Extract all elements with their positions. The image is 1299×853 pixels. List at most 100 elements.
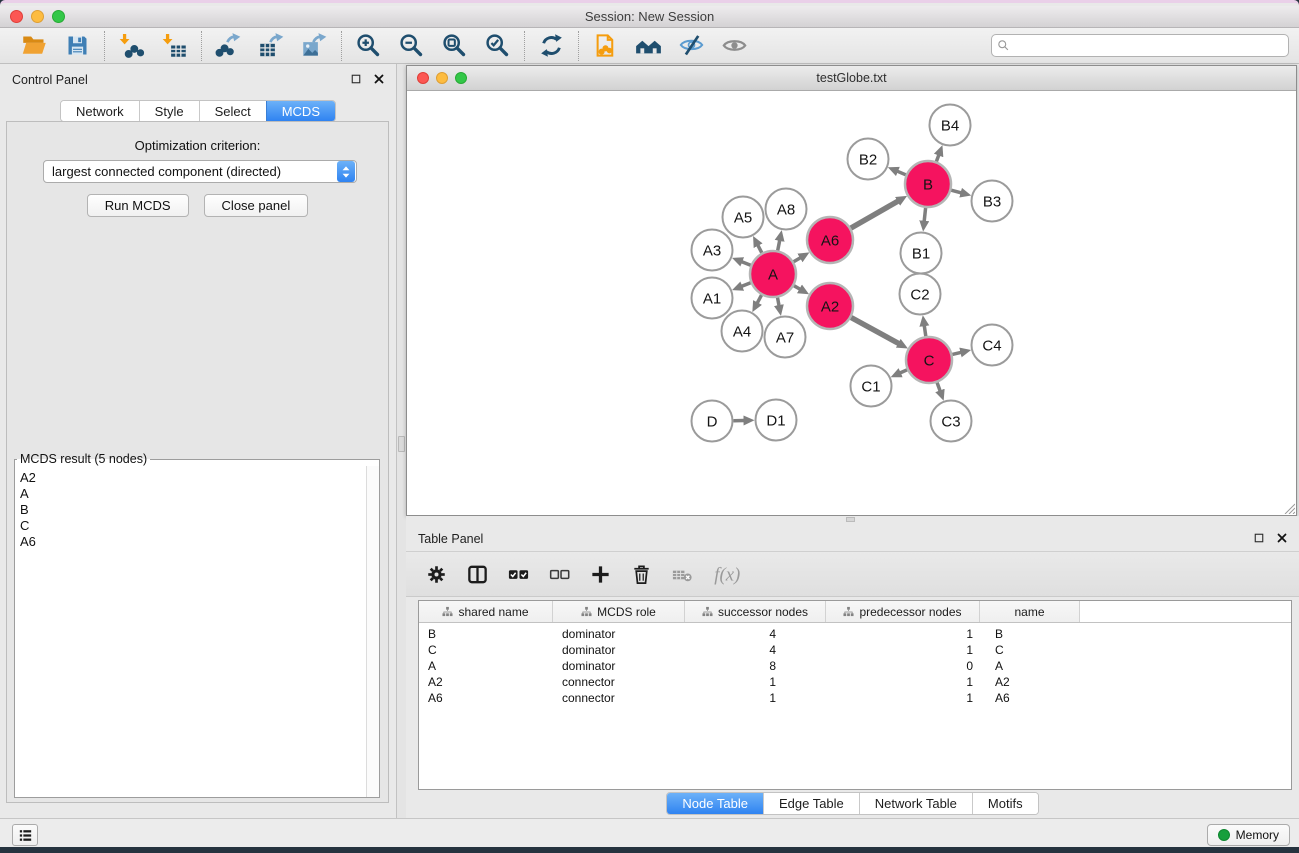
tab-network-table[interactable]: Network Table [859, 793, 972, 814]
close-panel-icon[interactable] [1276, 532, 1289, 545]
tab-mcds[interactable]: MCDS [266, 101, 335, 121]
node-A[interactable]: A [750, 251, 796, 297]
node-D1[interactable]: D1 [756, 400, 797, 441]
node-A3[interactable]: A3 [692, 230, 733, 271]
float-panel-icon[interactable] [1253, 532, 1266, 545]
result-list-item[interactable]: B [20, 502, 366, 518]
column-header-mcds-role[interactable]: MCDS role [553, 601, 685, 622]
export-network-icon[interactable] [215, 32, 242, 59]
edge-C-C4[interactable] [952, 352, 961, 354]
table-cell[interactable]: 1 [826, 691, 980, 705]
table-cell[interactable]: connector [553, 675, 685, 689]
memory-button[interactable]: Memory [1207, 824, 1290, 846]
table-row[interactable]: Adominator80A [419, 658, 1291, 674]
table-cell[interactable]: A [419, 659, 553, 673]
table-cell[interactable]: A6 [419, 691, 553, 705]
edge-B-B3[interactable] [951, 190, 961, 193]
table-cell[interactable]: 0 [826, 659, 980, 673]
node-B3[interactable]: B3 [972, 181, 1013, 222]
import-table-icon[interactable] [161, 32, 188, 59]
gear-icon[interactable] [424, 562, 448, 586]
table-cell[interactable]: 1 [685, 675, 826, 689]
zoom-in-icon[interactable] [355, 32, 382, 59]
clone-network-icon[interactable] [592, 32, 619, 59]
zoom-selected-icon[interactable] [484, 32, 511, 59]
close-panel-icon[interactable] [373, 73, 386, 86]
split-columns-icon[interactable] [465, 562, 489, 586]
optimization-select[interactable]: largest connected component (directed) [43, 160, 357, 183]
table-cell[interactable]: 4 [685, 627, 826, 641]
table-cell[interactable]: 1 [826, 627, 980, 641]
result-list-item[interactable]: A2 [20, 470, 366, 486]
node-C4[interactable]: C4 [972, 325, 1013, 366]
table-cell[interactable]: B [980, 627, 1080, 641]
table-row[interactable]: A6connector11A6 [419, 690, 1291, 706]
edge-A-A6[interactable] [794, 258, 801, 262]
result-scrollbar[interactable] [366, 466, 379, 797]
column-header-successor-nodes[interactable]: successor nodes [685, 601, 826, 622]
table-row[interactable]: Cdominator41C [419, 642, 1291, 658]
save-session-icon[interactable] [64, 32, 91, 59]
add-column-icon[interactable] [588, 562, 612, 586]
search-input[interactable] [991, 34, 1289, 57]
node-B2[interactable]: B2 [848, 139, 889, 180]
network-canvas[interactable]: B4B2BB3A8A5A6A3B1AC2A1A2A4A7C4CC1C3DD1 [407, 91, 1296, 515]
window-resize-grip[interactable] [1283, 502, 1295, 514]
vertical-split-divider[interactable] [397, 64, 406, 818]
table-row[interactable]: A2connector11A2 [419, 674, 1291, 690]
node-B1[interactable]: B1 [901, 233, 942, 274]
edge-A-A7[interactable] [778, 298, 780, 306]
result-list-item[interactable]: A6 [20, 534, 366, 550]
table-cell[interactable]: A2 [419, 675, 553, 689]
node-C2[interactable]: C2 [900, 274, 941, 315]
edge-B-B1[interactable] [924, 208, 925, 221]
table-cell[interactable]: C [980, 643, 1080, 657]
refresh-icon[interactable] [538, 32, 565, 59]
node-D[interactable]: D [692, 401, 733, 442]
task-history-button[interactable] [12, 824, 38, 846]
table-cell[interactable]: dominator [553, 643, 685, 657]
open-file-icon[interactable] [21, 32, 48, 59]
edge-C-C2[interactable] [924, 326, 926, 337]
node-A8[interactable]: A8 [766, 189, 807, 230]
node-C3[interactable]: C3 [931, 401, 972, 442]
node-A7[interactable]: A7 [765, 317, 806, 358]
deselect-all-icon[interactable] [547, 562, 571, 586]
table-cell[interactable]: 1 [826, 643, 980, 657]
table-cell[interactable]: dominator [553, 627, 685, 641]
zoom-out-icon[interactable] [398, 32, 425, 59]
column-header-shared-name[interactable]: shared name [419, 601, 553, 622]
table-cell[interactable]: C [419, 643, 553, 657]
edge-C-C1[interactable] [900, 370, 907, 373]
table-cell[interactable]: 1 [826, 675, 980, 689]
tab-motifs[interactable]: Motifs [972, 793, 1038, 814]
column-header-predecessor-nodes[interactable]: predecessor nodes [826, 601, 980, 622]
edge-A-A8[interactable] [778, 240, 780, 250]
edge-A-A2[interactable] [794, 286, 800, 289]
table-cell[interactable]: 8 [685, 659, 826, 673]
select-all-icon[interactable] [506, 562, 530, 586]
table-cell[interactable]: 1 [685, 691, 826, 705]
edge-A-A4[interactable] [757, 295, 761, 303]
table-cell[interactable]: dominator [553, 659, 685, 673]
result-list-item[interactable]: C [20, 518, 366, 534]
table-cell[interactable]: 4 [685, 643, 826, 657]
edge-B-B2[interactable] [898, 171, 906, 175]
table-cell[interactable]: A2 [980, 675, 1080, 689]
node-C1[interactable]: C1 [851, 366, 892, 407]
result-list-item[interactable]: A [20, 486, 366, 502]
edge-A-A3[interactable] [742, 262, 751, 266]
tab-node-table[interactable]: Node Table [667, 793, 763, 814]
tab-style[interactable]: Style [139, 101, 199, 121]
table-cell[interactable]: A6 [980, 691, 1080, 705]
float-panel-icon[interactable] [350, 73, 363, 86]
node-A2[interactable]: A2 [807, 283, 853, 329]
edge-A-A5[interactable] [758, 245, 762, 253]
divider-grip[interactable] [398, 436, 405, 452]
node-B[interactable]: B [905, 161, 951, 207]
node-A5[interactable]: A5 [723, 197, 764, 238]
node-A6[interactable]: A6 [807, 217, 853, 263]
table-cell[interactable]: connector [553, 691, 685, 705]
node-C[interactable]: C [906, 337, 952, 383]
table-cell[interactable]: A [980, 659, 1080, 673]
